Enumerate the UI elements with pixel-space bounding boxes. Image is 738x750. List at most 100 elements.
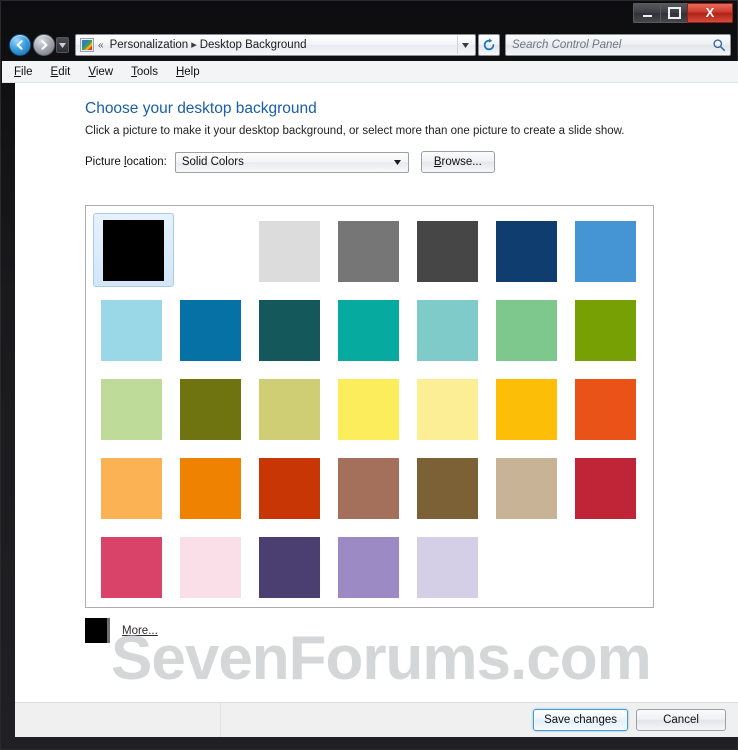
swatch-chip-burnt-orange bbox=[259, 458, 320, 519]
maximize-button[interactable] bbox=[660, 3, 688, 23]
swatch-khaki[interactable] bbox=[251, 371, 330, 443]
swatch-burnt-orange[interactable] bbox=[251, 450, 330, 522]
swatch-tan[interactable] bbox=[488, 450, 567, 522]
swatch-pumpkin-orange[interactable] bbox=[172, 450, 251, 522]
title-bar: X bbox=[1, 1, 738, 29]
back-arrow-icon[interactable] bbox=[9, 34, 31, 56]
swatch-row bbox=[93, 371, 646, 450]
menu-item-file[interactable]: File bbox=[14, 66, 33, 78]
swatch-light-gray[interactable] bbox=[251, 213, 330, 285]
swatch-chip-orange-red bbox=[575, 379, 636, 440]
breadcrumb-personalization[interactable]: Personalization bbox=[110, 39, 189, 51]
close-button[interactable]: X bbox=[687, 3, 733, 23]
swatch-orange-red[interactable] bbox=[567, 371, 646, 443]
swatch-pale-yellow[interactable] bbox=[409, 371, 488, 443]
swatch-deep-purple[interactable] bbox=[251, 529, 330, 601]
menu-help-rest: elp bbox=[184, 65, 200, 78]
color-swatch-grid bbox=[86, 206, 646, 608]
swatch-chip-black bbox=[103, 219, 164, 281]
menu-item-tools[interactable]: Tools bbox=[131, 66, 158, 78]
swatch-row bbox=[93, 292, 646, 371]
history-dropdown-button[interactable] bbox=[56, 37, 69, 53]
menu-item-edit[interactable]: Edit bbox=[51, 66, 71, 78]
breadcrumb-overflow-chevron[interactable]: « bbox=[98, 40, 104, 51]
swatch-chip-lavender bbox=[417, 537, 478, 598]
swatch-bright-yellow[interactable] bbox=[330, 371, 409, 443]
menu-item-view[interactable]: View bbox=[88, 66, 113, 78]
more-colors-row: More... bbox=[85, 618, 158, 643]
minimize-button[interactable] bbox=[633, 3, 661, 23]
dialog-button-row: Save changes Cancel bbox=[533, 709, 726, 731]
swatch-mint-green[interactable] bbox=[488, 292, 567, 364]
swatch-olive-green[interactable] bbox=[567, 292, 646, 364]
swatch-deep-teal[interactable] bbox=[251, 292, 330, 364]
page-title: Choose your desktop background bbox=[85, 100, 317, 117]
swatch-chip-light-orange bbox=[101, 458, 162, 519]
search-input[interactable]: Search Control Panel bbox=[505, 34, 731, 56]
swatch-pale-pink[interactable] bbox=[172, 529, 251, 601]
swatch-black[interactable] bbox=[93, 213, 174, 287]
picture-location-dropdown[interactable]: Solid Colors bbox=[174, 151, 409, 173]
swatch-chip-dark-gray bbox=[417, 221, 478, 282]
swatch-chip-dark-olive bbox=[180, 379, 241, 440]
menu-view-accesskey: V bbox=[88, 65, 96, 78]
swatch-chip-tan bbox=[496, 458, 557, 519]
swatch-dark-brown[interactable] bbox=[409, 450, 488, 522]
swatch-chip-medium-gray bbox=[338, 221, 399, 282]
cancel-button[interactable]: Cancel bbox=[636, 709, 726, 731]
menu-bar: File Edit View Tools Help bbox=[2, 61, 738, 83]
menu-edit-rest: dit bbox=[58, 65, 71, 78]
swatch-lavender[interactable] bbox=[409, 529, 488, 601]
swatch-chip-pumpkin-orange bbox=[180, 458, 241, 519]
swatch-turquoise[interactable] bbox=[330, 292, 409, 364]
swatch-row bbox=[93, 450, 646, 529]
swatch-chip-mint-green bbox=[496, 300, 557, 361]
swatch-chip-khaki bbox=[259, 379, 320, 440]
picture-location-row: Picture location: Solid Colors Browse... bbox=[85, 151, 495, 173]
browse-button[interactable]: Browse... bbox=[420, 151, 495, 173]
more-link[interactable]: More... bbox=[122, 625, 158, 637]
swatch-dark-gray[interactable] bbox=[409, 213, 488, 285]
personalization-icon bbox=[80, 38, 94, 52]
swatch-medium-gray[interactable] bbox=[330, 213, 409, 285]
menu-item-help[interactable]: Help bbox=[176, 66, 200, 78]
refresh-icon[interactable] bbox=[478, 34, 500, 56]
current-color-preview bbox=[85, 618, 110, 643]
menu-file-accesskey: F bbox=[14, 65, 22, 78]
address-bar[interactable]: « Personalization ▸ Desktop Background bbox=[75, 34, 476, 56]
swatch-soft-teal[interactable] bbox=[409, 292, 488, 364]
breadcrumb-desktop-background[interactable]: Desktop Background bbox=[200, 39, 307, 51]
swatch-medium-purple[interactable] bbox=[330, 529, 409, 601]
chevron-down-icon[interactable] bbox=[390, 159, 406, 165]
swatch-ocean-blue[interactable] bbox=[172, 292, 251, 364]
swatch-row bbox=[93, 213, 646, 292]
swatch-rose-pink[interactable] bbox=[93, 529, 172, 601]
watermark: SevenForums.com bbox=[111, 624, 652, 693]
swatch-white[interactable] bbox=[172, 213, 251, 285]
menu-file-rest: ile bbox=[21, 65, 33, 78]
swatch-golden-yellow[interactable] bbox=[488, 371, 567, 443]
save-changes-button[interactable]: Save changes bbox=[533, 709, 628, 731]
swatch-chip-deep-teal bbox=[259, 300, 320, 361]
swatch-chip-crimson bbox=[575, 458, 636, 519]
swatch-chip-sky-blue bbox=[575, 221, 636, 282]
swatch-navy-blue[interactable] bbox=[488, 213, 567, 285]
browse-accesskey: B bbox=[433, 156, 442, 168]
swatch-chip-pale-cyan bbox=[101, 300, 162, 361]
search-icon[interactable] bbox=[712, 38, 726, 52]
swatch-crimson[interactable] bbox=[567, 450, 646, 522]
forward-arrow-icon[interactable] bbox=[33, 34, 55, 56]
swatch-pale-cyan[interactable] bbox=[93, 292, 172, 364]
swatch-clay-brown[interactable] bbox=[330, 450, 409, 522]
swatch-light-green[interactable] bbox=[93, 371, 172, 443]
search-placeholder: Search Control Panel bbox=[512, 39, 622, 51]
chevron-down-icon[interactable] bbox=[457, 36, 473, 54]
swatch-dark-olive[interactable] bbox=[172, 371, 251, 443]
swatch-chip-turquoise bbox=[338, 300, 399, 361]
swatch-chip-white bbox=[180, 221, 241, 282]
swatch-light-orange[interactable] bbox=[93, 450, 172, 522]
page-subtitle: Click a picture to make it your desktop … bbox=[85, 125, 625, 137]
swatch-sky-blue[interactable] bbox=[567, 213, 646, 285]
picture-location-label-post: ocation: bbox=[126, 156, 167, 168]
swatch-chip-light-green bbox=[101, 379, 162, 440]
